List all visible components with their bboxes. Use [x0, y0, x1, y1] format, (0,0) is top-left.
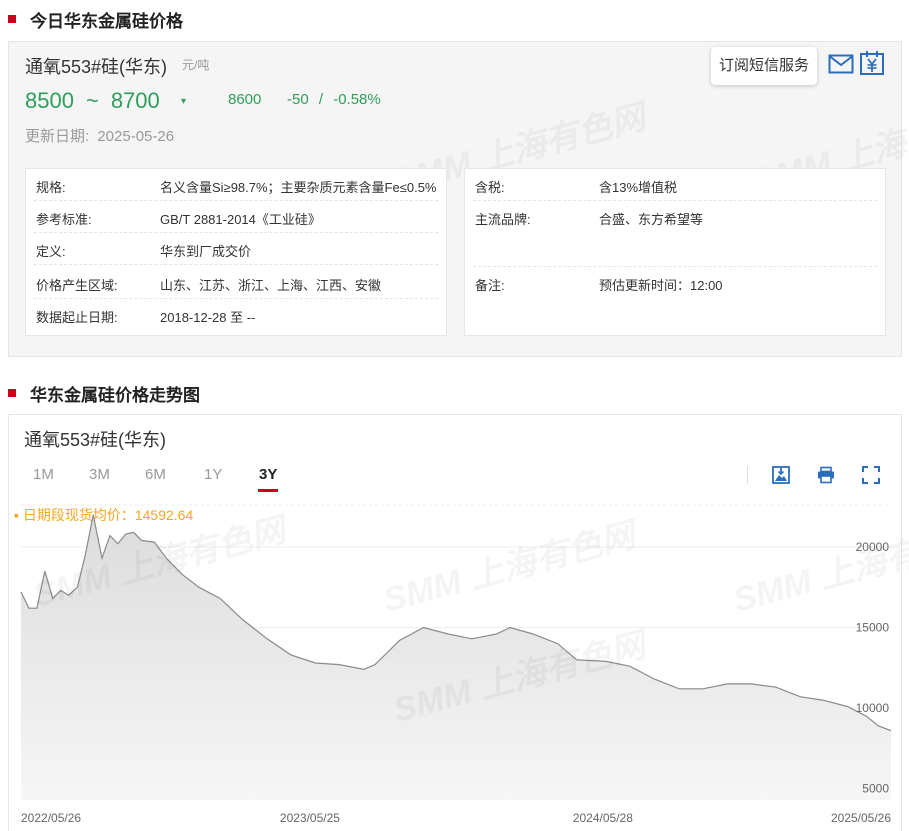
- spec-value: 含13%增值税: [599, 180, 678, 195]
- spec-row: 定义: 华东到厂成交价: [34, 233, 438, 265]
- price-unit: 元/吨: [182, 58, 210, 72]
- price-range: 8500 ~8700: [25, 88, 160, 114]
- spec-row: 参考标准: GB/T 2881-2014《工业硅》: [34, 201, 438, 233]
- average-price: 8600: [228, 91, 262, 108]
- y-tick-label: 15000: [856, 621, 890, 635]
- y-tick-label: 10000: [856, 701, 890, 715]
- update-value: 2025-05-26: [97, 128, 175, 145]
- x-tick-label: 2022/05/26: [21, 811, 81, 825]
- subscribe-sms-button[interactable]: 订阅短信服务: [711, 47, 818, 85]
- spec-row: 备注: 预估更新时间：12:00: [473, 267, 877, 299]
- change-value: -50: [287, 91, 309, 108]
- section-title-today: 今日华东金属硅价格: [8, 9, 183, 31]
- y-tick-label: 20000: [856, 540, 890, 554]
- spec-value: GB/T 2881-2014《工业硅》: [160, 212, 321, 227]
- spec-row: 主流品牌: 合盛、东方希望等: [473, 201, 877, 267]
- price-trend-chart: 5000 10000 15000 20000 2022/05/26 2023/05/25 2…: [20, 504, 891, 825]
- section-title-trend: 华东金属硅价格走势图: [8, 383, 200, 405]
- spec-value: 合盛、东方希望等: [599, 212, 704, 227]
- spec-box-right: 含税: 含13%增值税 主流品牌: 合盛、东方希望等 备注: 预估更新时间：12…: [464, 168, 886, 336]
- product-name: 通氧553#硅(华东): [25, 57, 168, 77]
- chart-panel: 通氧553#硅(华东) 1M 3M 6M 1Y 3Y ▪ 日期段现货均价：145…: [8, 414, 909, 831]
- x-tick-label: 2025/05/26: [831, 811, 891, 825]
- spec-value: 山东、江苏、浙江、上海、江西、安徽: [160, 278, 382, 293]
- trend-down-icon: ▾: [181, 96, 187, 107]
- spec-value: 名义含量Si≥98.7%；主要杂质元素含量Fe≤0.5%: [160, 180, 437, 195]
- update-label: 更新日期:: [25, 128, 90, 145]
- title-marker: [8, 15, 16, 23]
- spec-row: 价格产生区域: 山东、江苏、浙江、上海、江西、安徽: [34, 267, 438, 299]
- spec-key: 定义:: [36, 244, 66, 259]
- spec-key: 主流品牌:: [475, 212, 531, 227]
- price-high: 8700: [110, 88, 160, 113]
- price-change: -50 / -0.58%: [287, 91, 381, 108]
- mail-icon[interactable]: [828, 53, 854, 75]
- spec-row: 数据起止日期: 2018-12-28 至 --: [34, 299, 438, 331]
- spec-key: 含税:: [475, 180, 505, 195]
- price-tilde: ~: [85, 88, 99, 113]
- calendar-yuan-icon[interactable]: [859, 50, 885, 76]
- change-sep: /: [318, 91, 324, 108]
- x-tick-label: 2024/05/28: [573, 811, 633, 825]
- series-area: [21, 514, 891, 800]
- spec-key: 数据起止日期:: [36, 310, 118, 325]
- section-title-text: 华东金属硅价格走势图: [30, 385, 200, 405]
- spec-value: 华东到厂成交价: [160, 244, 252, 259]
- y-tick-label: 5000: [862, 782, 889, 796]
- spec-key: 备注:: [475, 278, 505, 293]
- change-percent: -0.58%: [333, 91, 381, 108]
- spec-row: 规格: 名义含量Si≥98.7%；主要杂质元素含量Fe≤0.5%: [34, 169, 438, 201]
- x-tick-label: 2023/05/25: [280, 811, 340, 825]
- spec-value: 2018-12-28 至 --: [160, 310, 256, 325]
- title-marker: [8, 389, 16, 397]
- spec-row: 含税: 含13%增值税: [473, 169, 877, 201]
- price-low: 8500: [25, 88, 74, 113]
- update-date: 更新日期: 2025-05-26: [25, 125, 174, 146]
- spec-value: 预估更新时间：12:00: [599, 278, 723, 293]
- spec-box-left: 规格: 名义含量Si≥98.7%；主要杂质元素含量Fe≤0.5% 参考标准: G…: [25, 168, 447, 336]
- price-panel: SMM 上海有色网 SMM 上海有色网 通氧553#硅(华东) 元/吨 8500…: [8, 41, 909, 357]
- spec-key: 规格:: [36, 180, 66, 195]
- section-title-text: 今日华东金属硅价格: [30, 11, 183, 31]
- spec-key: 价格产生区域:: [36, 278, 118, 293]
- spec-key: 参考标准:: [36, 212, 92, 227]
